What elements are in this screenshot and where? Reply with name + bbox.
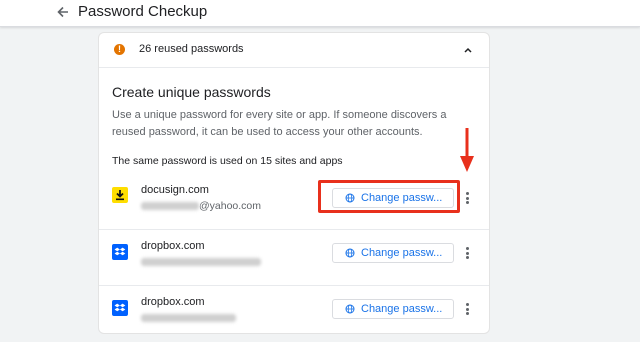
globe-icon	[345, 304, 355, 314]
back-arrow-icon[interactable]	[55, 4, 71, 20]
sites-caption: The same password is used on 15 sites an…	[112, 155, 343, 167]
change-password-button[interactable]: Change passw...	[332, 299, 454, 319]
section-title: Create unique passwords	[112, 84, 271, 100]
blurred-username	[141, 314, 236, 323]
reused-passwords-count: 26 reused passwords	[139, 43, 244, 55]
top-app-bar: Password Checkup	[0, 0, 640, 27]
site-username: @yahoo.com	[141, 200, 261, 212]
site-name: dropbox.com	[141, 296, 205, 308]
reused-passwords-summary[interactable]: ! 26 reused passwords	[99, 33, 489, 68]
site-name: docusign.com	[141, 184, 209, 196]
more-vert-icon[interactable]	[466, 303, 470, 315]
list-item: dropbox.com Change passw...	[99, 285, 489, 342]
highlight-box-annotation	[318, 180, 460, 213]
dropbox-icon	[112, 300, 128, 316]
warning-icon: !	[114, 44, 125, 55]
change-password-label: Change passw...	[361, 303, 443, 315]
red-arrow-annotation	[460, 128, 474, 172]
globe-icon	[345, 248, 355, 258]
change-password-button[interactable]: Change passw...	[332, 243, 454, 263]
change-password-label: Change passw...	[361, 247, 443, 259]
site-username	[141, 256, 261, 268]
more-vert-icon[interactable]	[466, 192, 470, 204]
page-title: Password Checkup	[78, 3, 208, 20]
site-name: dropbox.com	[141, 240, 205, 252]
section-description: Use a unique password for every site or …	[112, 109, 447, 138]
more-vert-icon[interactable]	[466, 247, 470, 259]
site-username	[141, 312, 236, 324]
dropbox-icon	[112, 244, 128, 260]
chevron-up-icon[interactable]	[463, 45, 473, 55]
list-item: dropbox.com Change passw...	[99, 229, 489, 286]
docusign-icon	[112, 187, 128, 203]
blurred-username	[141, 258, 261, 267]
blurred-username	[141, 202, 199, 211]
